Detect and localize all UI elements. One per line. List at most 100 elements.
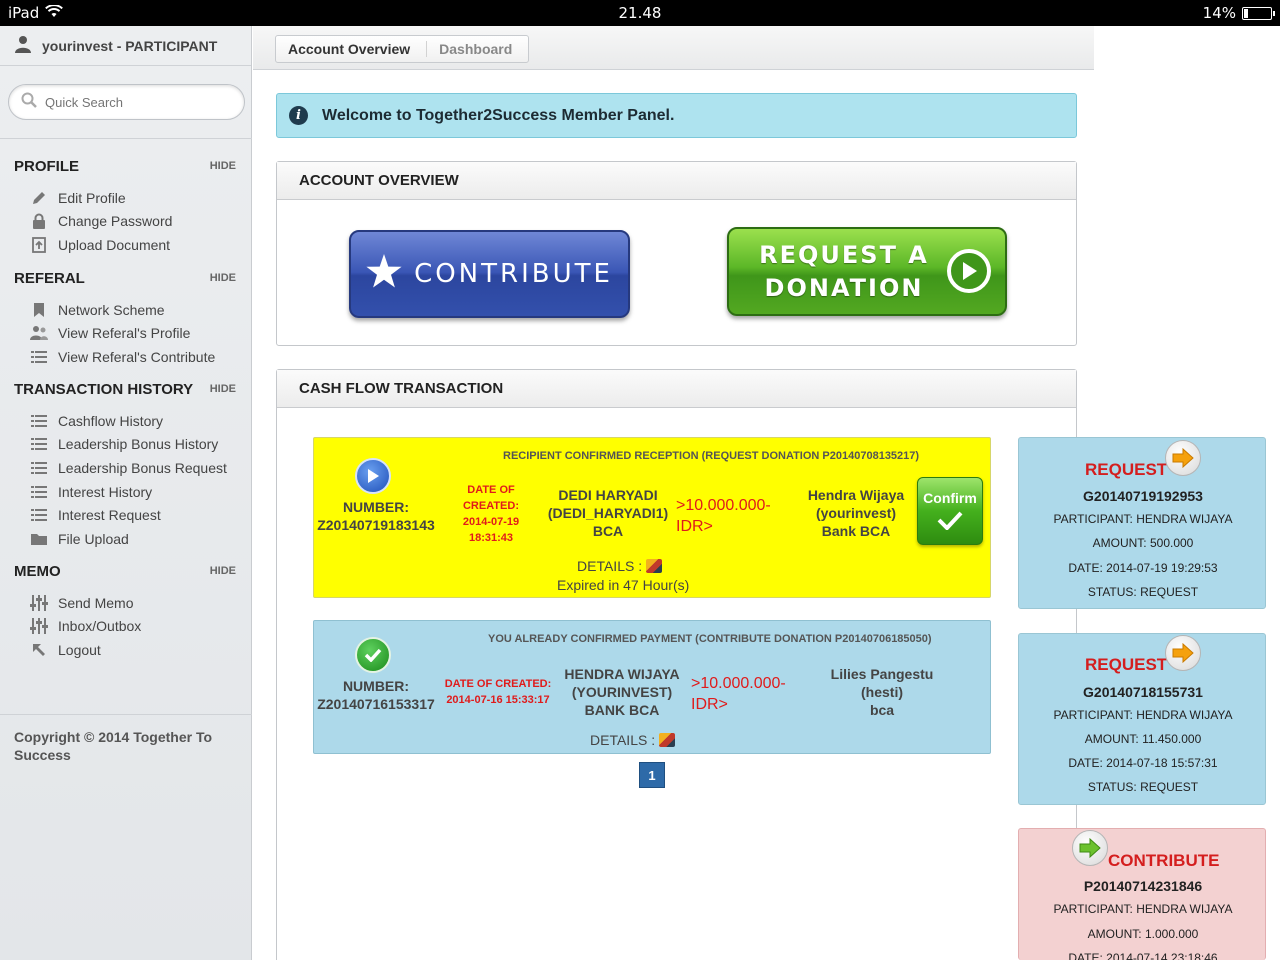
folder-icon bbox=[30, 531, 48, 547]
sender-username: (DEDI_HARYADI1) bbox=[547, 505, 669, 521]
quick-search[interactable] bbox=[8, 84, 245, 120]
breadcrumb-dashboard[interactable]: Dashboard bbox=[427, 41, 528, 57]
ios-status-bar: iPad 21.48 14% bbox=[0, 0, 1280, 26]
card-participant: PARTICIPANT: HENDRA WIJAYA bbox=[1053, 902, 1233, 916]
battery-percent: 14% bbox=[1202, 4, 1236, 22]
number-label: NUMBER: bbox=[342, 499, 410, 515]
sidebar-section-profile: PROFILE HIDE Edit Profile Change Password Up… bbox=[14, 154, 236, 257]
transaction-title: RECIPIENT CONFIRMED RECEPTION (REQUEST D… bbox=[503, 450, 920, 462]
sidebar-item-logout[interactable]: Logout bbox=[14, 638, 236, 662]
sidebar-item-label: Cashflow History bbox=[58, 412, 164, 429]
sender-username: (YOURINVEST) bbox=[571, 684, 673, 700]
top-bar: Account Overview Dashboard bbox=[253, 26, 1094, 70]
transaction-card: YOU ALREADY CONFIRMED PAYMENT (CONTRIBUT… bbox=[313, 620, 991, 754]
hide-toggle[interactable]: HIDE bbox=[210, 383, 236, 395]
play-circle-icon[interactable] bbox=[355, 458, 391, 494]
details-icon[interactable] bbox=[659, 733, 676, 747]
details-label: DETAILS : bbox=[577, 558, 643, 574]
sidebar-item-upload-document[interactable]: Upload Document bbox=[14, 233, 236, 257]
list-icon bbox=[30, 413, 48, 429]
card-participant: PARTICIPANT: HENDRA WIJAYA bbox=[1053, 708, 1233, 722]
sender-name: DEDI HARYADI bbox=[558, 487, 658, 503]
pencil-icon bbox=[30, 190, 48, 206]
request-card[interactable]: REQUEST G20140718155731 PARTICIPANT: HEN… bbox=[1018, 633, 1266, 805]
user-profile-row[interactable]: yourinvest - PARTICIPANT bbox=[0, 26, 251, 66]
search-input[interactable] bbox=[45, 94, 215, 110]
recipient-name: Hendra Wijaya bbox=[807, 487, 905, 503]
card-amount: AMOUNT: 1.000.000 bbox=[1087, 927, 1199, 941]
sidebar-section-referal: REFERAL HIDE Network Scheme View Referal's … bbox=[14, 266, 236, 369]
request-card[interactable]: REQUEST G20140719192953 PARTICIPANT: HEN… bbox=[1018, 437, 1266, 609]
lock-icon bbox=[30, 213, 48, 230]
sidebar-item-cashflow-history[interactable]: Cashflow History bbox=[14, 409, 236, 433]
sidebar-item-label: Upload Document bbox=[58, 236, 171, 253]
info-icon: i bbox=[289, 106, 308, 125]
sidebar-item-label: View Referal's Contribute bbox=[58, 348, 216, 365]
play-icon bbox=[947, 249, 991, 293]
star-icon bbox=[366, 253, 402, 295]
card-amount: AMOUNT: 11.450.000 bbox=[1084, 732, 1202, 746]
recipient-name: Lilies Pangestu bbox=[830, 666, 934, 682]
expiry-text: Expired in 47 Hour(s) bbox=[557, 577, 690, 593]
sidebar-item-label: Network Scheme bbox=[58, 301, 165, 318]
sidebar-item-interest-history[interactable]: Interest History bbox=[14, 480, 236, 504]
sidebar: yourinvest - PARTICIPANT PROFILE HIDE Edit… bbox=[0, 26, 252, 960]
breadcrumb-account-overview[interactable]: Account Overview bbox=[276, 41, 428, 57]
divider bbox=[0, 714, 252, 715]
account-overview-panel: ACCOUNT OVERVIEW CONTRIBUTE REQUEST A DO… bbox=[276, 161, 1077, 346]
sidebar-item-view-referal-s-contribute[interactable]: View Referal's Contribute bbox=[14, 345, 236, 369]
details-label: DETAILS : bbox=[590, 732, 656, 748]
section-header: TRANSACTION HISTORY HIDE bbox=[14, 377, 236, 401]
details-icon[interactable] bbox=[646, 559, 663, 573]
sidebar-item-interest-request[interactable]: Interest Request bbox=[14, 503, 236, 527]
sidebar-item-edit-profile[interactable]: Edit Profile bbox=[14, 186, 236, 210]
recipient-bank: bca bbox=[869, 702, 895, 718]
check-circle-icon bbox=[355, 637, 391, 673]
date-label-1: DATE OF bbox=[467, 484, 515, 496]
amount-line-2: IDR> bbox=[691, 696, 728, 713]
recipient-bank: Bank BCA bbox=[821, 523, 891, 539]
divider bbox=[0, 138, 252, 139]
user-name: yourinvest - PARTICIPANT bbox=[42, 37, 218, 54]
sidebar-item-change-password[interactable]: Change Password bbox=[14, 210, 236, 234]
hide-toggle[interactable]: HIDE bbox=[210, 272, 236, 284]
sidebar-item-network-scheme[interactable]: Network Scheme bbox=[14, 298, 236, 322]
clock: 21.48 bbox=[618, 4, 662, 22]
sidebar-section-transaction-history: TRANSACTION HISTORY HIDE Cashflow History L… bbox=[14, 377, 236, 551]
pagination-page-1[interactable]: 1 bbox=[639, 762, 665, 788]
hide-toggle[interactable]: HIDE bbox=[210, 565, 236, 577]
sliders-icon bbox=[30, 594, 48, 611]
number-label: NUMBER: bbox=[342, 678, 410, 694]
sidebar-item-label: Interest Request bbox=[58, 507, 161, 524]
sidebar-item-file-upload[interactable]: File Upload bbox=[14, 527, 236, 551]
hide-toggle[interactable]: HIDE bbox=[210, 160, 236, 172]
request-donation-button[interactable]: REQUEST A DONATION bbox=[727, 227, 1007, 316]
arrow-right-icon bbox=[1165, 635, 1201, 671]
list-icon bbox=[30, 460, 48, 476]
section-title: MEMO bbox=[14, 562, 61, 580]
card-code: P20140714231846 bbox=[1083, 878, 1203, 894]
sidebar-item-leadership-bonus-request[interactable]: Leadership Bonus Request bbox=[14, 456, 236, 480]
sidebar-item-send-memo[interactable]: Send Memo bbox=[14, 591, 236, 615]
section-header: REFERAL HIDE bbox=[14, 266, 236, 290]
list-icon bbox=[30, 349, 48, 365]
sidebar-item-leadership-bonus-history[interactable]: Leadership Bonus History bbox=[14, 433, 236, 457]
created-date: 2014-07-16 15:33:17 bbox=[446, 694, 550, 706]
sidebar-item-label: Inbox/Outbox bbox=[58, 618, 142, 635]
confirm-button[interactable]: Confirm bbox=[917, 477, 983, 545]
contribute-card[interactable]: CONTRIBUTE P20140714231846 PARTICIPANT: … bbox=[1018, 828, 1266, 960]
sender-bank: BCA bbox=[592, 523, 624, 539]
date-label-2: CREATED: bbox=[462, 500, 519, 512]
sidebar-item-inbox-outbox[interactable]: Inbox/Outbox bbox=[14, 615, 236, 639]
date-label: DATE OF CREATED: bbox=[444, 678, 552, 690]
amount-line-1: >10.000.000- bbox=[676, 497, 771, 514]
list-icon bbox=[30, 484, 48, 500]
battery-level bbox=[1244, 8, 1248, 18]
sender-bank: BANK BCA bbox=[584, 702, 660, 718]
alert-text: Welcome to Together2Success Member Panel… bbox=[322, 106, 675, 124]
sidebar-section-memo: MEMO HIDE Send Memo Inbox/Outbox Logout bbox=[14, 559, 236, 662]
contribute-button[interactable]: CONTRIBUTE bbox=[349, 230, 630, 318]
amount-line-2: IDR> bbox=[676, 518, 713, 535]
sidebar-item-view-referal-s-profile[interactable]: View Referal's Profile bbox=[14, 322, 236, 346]
created-time: 18:31:43 bbox=[468, 532, 514, 544]
